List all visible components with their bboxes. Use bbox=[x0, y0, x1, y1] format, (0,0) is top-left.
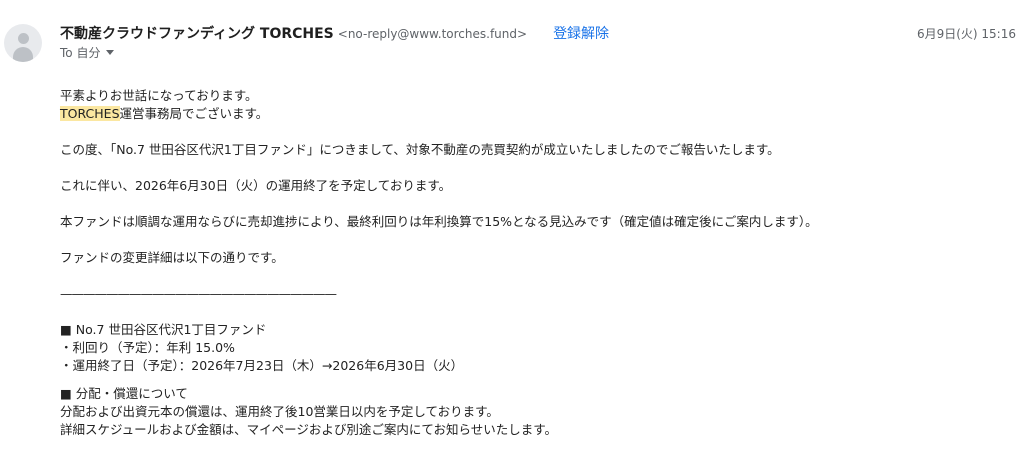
org-line: TORCHES運営事務局でございます。 bbox=[60, 105, 1014, 123]
distribution-heading: ■ 分配・償還について bbox=[60, 386, 188, 401]
sender-name[interactable]: 不動産クラウドファンディング TORCHES bbox=[60, 23, 334, 43]
para-details-intro: ファンドの変更詳細は以下の通りです。 bbox=[60, 250, 284, 265]
sender-email: <no-reply@www.torches.fund> bbox=[337, 27, 528, 41]
recipient-label: To 自分 bbox=[60, 46, 101, 60]
avatar-head-shape bbox=[18, 33, 29, 44]
avatar-body-shape bbox=[13, 47, 33, 62]
email-date: 6月9日(火) 15:16 bbox=[916, 27, 1016, 41]
distribution-line-2: 詳細スケジュールおよび金額は、マイページおよび別途ご案内にてお知らせいたします。 bbox=[60, 422, 558, 437]
fund-yield: ・利回り（予定）：年利 15.0% bbox=[60, 340, 235, 355]
unsubscribe-link[interactable]: 登録解除 bbox=[553, 23, 609, 43]
caret-down-icon bbox=[106, 50, 115, 55]
org-rest: 運営事務局でございます。 bbox=[119, 106, 269, 121]
para-announcement: この度、「No.7 世田谷区代沢1丁目ファンド」につきまして、対象不動産の売買契… bbox=[60, 142, 780, 157]
email-body: 平素よりお世話になっております。 TORCHES運営事務局でございます。 この度… bbox=[60, 87, 1014, 439]
greeting: 平素よりお世話になっております。 bbox=[60, 88, 258, 103]
org-highlight: TORCHES bbox=[60, 106, 120, 121]
sender-avatar[interactable] bbox=[4, 24, 42, 62]
recipient-dropdown[interactable]: To 自分 bbox=[60, 44, 115, 61]
email-header: 不動産クラウドファンディング TORCHES <no-reply@www.tor… bbox=[60, 23, 1016, 43]
para-end-date: これに伴い、2026年6月30日（火）の運用終了を予定しております。 bbox=[60, 178, 452, 193]
fund-end-date: ・運用終了日（予定）：2026年7月23日（木）→2026年6月30日（火） bbox=[60, 358, 464, 373]
distribution-line-1: 分配および出資元本の償還は、運用終了後10営業日以内を予定しております。 bbox=[60, 404, 499, 419]
para-yield: 本ファンドは順調な運用ならびに売却進捗により、最終利回りは年利換算で15%となる… bbox=[60, 214, 818, 229]
text-divider: ———————————————————————— bbox=[60, 286, 337, 301]
fund-heading: ■ No.7 世田谷区代沢1丁目ファンド bbox=[60, 322, 267, 337]
